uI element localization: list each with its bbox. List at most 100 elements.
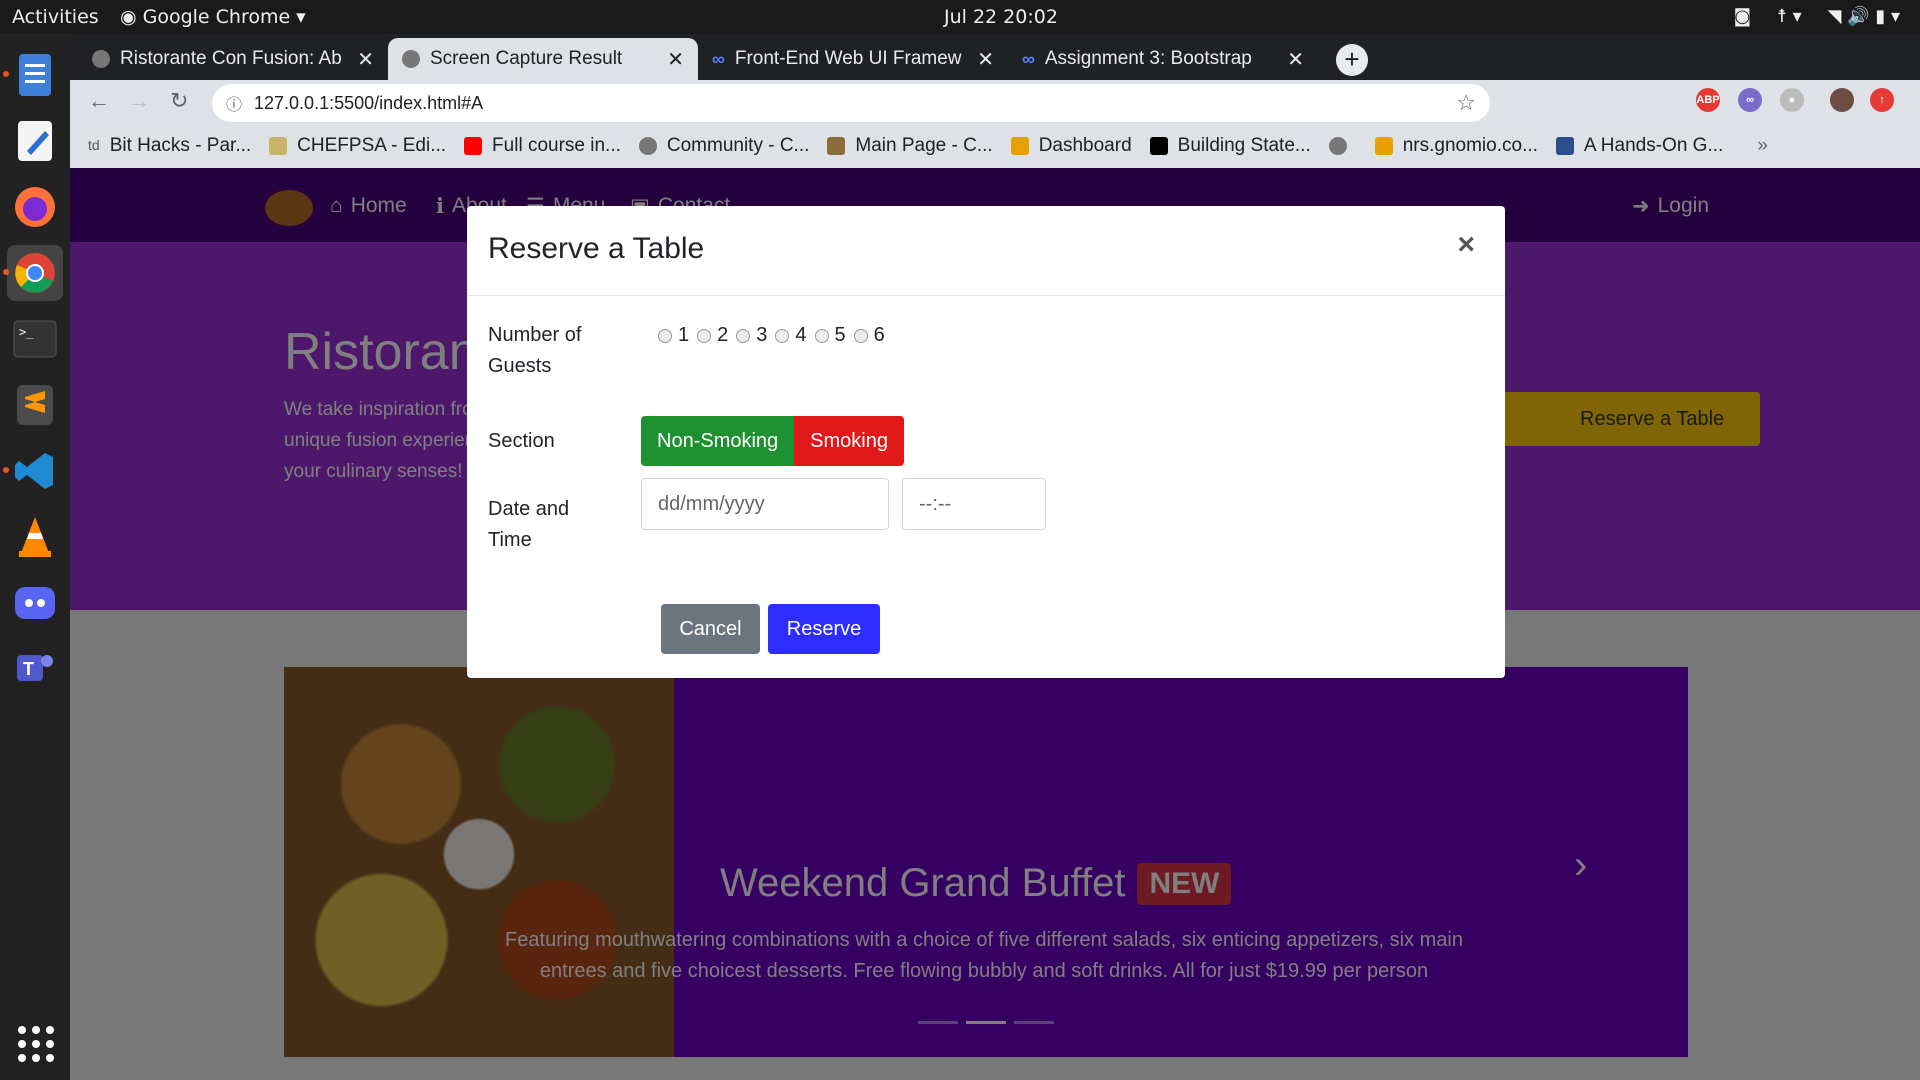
info-icon[interactable]: ⓘ — [226, 91, 242, 115]
firefox-icon[interactable] — [7, 179, 63, 235]
vscode-icon[interactable] — [3, 443, 63, 499]
avatar[interactable] — [1830, 88, 1854, 112]
new-tab-button[interactable]: + — [1336, 44, 1368, 76]
guest-radio-3[interactable]: 3 — [736, 324, 767, 347]
globe-icon — [1328, 137, 1347, 155]
teams-icon[interactable]: T — [7, 641, 63, 697]
url-text[interactable]: 127.0.0.1:5500/index.html#A — [254, 93, 483, 114]
chevron-down-icon: ▾ — [296, 6, 306, 28]
tab-frontend-framework[interactable]: ∞ Front-End Web UI Framew ✕ — [698, 38, 1008, 80]
running-indicator — [3, 71, 9, 77]
bookmark-item[interactable]: Dashboard — [1010, 135, 1132, 157]
guest-radio-4[interactable]: 4 — [775, 324, 807, 347]
discord-tray-icon[interactable]: ◙ — [1734, 6, 1751, 27]
bookmark-item[interactable]: Community - C... — [638, 135, 809, 157]
guest-radio-5[interactable]: 5 — [814, 324, 846, 347]
bookmark-item[interactable]: CHEFPSA - Edi... — [269, 135, 446, 157]
coursera-icon: ∞ — [1022, 48, 1035, 69]
address-bar[interactable]: ⓘ 127.0.0.1:5500/index.html#A ☆ — [212, 84, 1490, 122]
back-icon[interactable]: ← — [88, 88, 110, 114]
tab-title: Front-End Web UI Framew — [734, 48, 962, 69]
close-tab-icon[interactable]: ✕ — [977, 47, 994, 72]
system-top-bar: Activities ◉ Google Chrome ▾ Jul 22 20:0… — [0, 0, 1920, 34]
tab-title: Screen Capture Result — [430, 48, 623, 69]
bookmark-item[interactable]: Full course in... — [464, 135, 621, 157]
network-icon[interactable]: ◥ 🔊 ▮ ▾ — [1828, 6, 1900, 27]
text-editor-icon[interactable] — [7, 113, 63, 169]
guest-radio-1[interactable]: 1 — [658, 324, 689, 347]
bookmark-item[interactable] — [1328, 137, 1357, 155]
youtube-icon — [464, 137, 483, 155]
activities-button[interactable]: Activities — [12, 6, 99, 28]
bookmarks-bar: td Bit Hacks - Par... CHEFPSA - Edi... Fu… — [70, 124, 1920, 168]
section-toggle: Non-Smoking Smoking — [641, 416, 904, 466]
radio-circle[interactable] — [814, 328, 829, 343]
guests-label: Number of Guests — [488, 324, 582, 377]
radio-circle[interactable] — [853, 328, 868, 343]
non-smoking-button[interactable]: Non-Smoking — [641, 416, 795, 466]
modal-title: Reserve a Table — [488, 232, 705, 265]
cancel-button[interactable]: Cancel — [661, 604, 760, 654]
accessibility-icon[interactable]: ☨ ▾ — [1777, 6, 1802, 27]
files-icon[interactable] — [3, 47, 63, 103]
section-label: Section — [488, 430, 555, 452]
tab-ristorante[interactable]: Ristorante Con Fusion: Ab ✕ — [78, 38, 388, 80]
dock: >_ T — [0, 34, 70, 1080]
svg-text:>_: >_ — [19, 325, 34, 339]
page-viewport: ⌂Home ℹAbout ☰Menu ▣Contact ➜Login Risto… — [70, 168, 1920, 1080]
forward-icon[interactable]: → — [128, 88, 150, 114]
bookmark-item[interactable]: A Hands-On G... — [1555, 135, 1723, 157]
show-applications-icon[interactable] — [18, 1026, 54, 1062]
browser-toolbar: ← → ↻ ⓘ 127.0.0.1:5500/index.html#A ☆ AB… — [70, 80, 1920, 124]
guest-radio-6[interactable]: 6 — [853, 324, 885, 347]
app-name: Google Chrome — [142, 6, 291, 28]
tab-assignment-3[interactable]: ∞ Assignment 3: Bootstrap ✕ — [1008, 38, 1318, 80]
extension-icon[interactable]: ∞ — [1738, 88, 1762, 112]
bookmark-icon — [269, 137, 288, 155]
close-tab-icon[interactable]: ✕ — [667, 47, 684, 72]
vlc-icon[interactable] — [7, 509, 63, 565]
moodle-icon — [1010, 137, 1029, 155]
smoking-button[interactable]: Smoking — [794, 416, 904, 466]
chrome-icon[interactable] — [3, 245, 63, 301]
tab-screen-capture[interactable]: Screen Capture Result ✕ — [388, 38, 698, 80]
app-menu[interactable]: ◉ Google Chrome ▾ — [120, 6, 306, 28]
more-bookmarks-icon[interactable]: » — [1757, 135, 1768, 157]
tab-strip: Ristorante Con Fusion: Ab ✕ Screen Captu… — [70, 34, 1920, 80]
moodle-icon — [1374, 137, 1393, 155]
bookmark-item[interactable]: Main Page - C... — [827, 135, 993, 157]
discord-icon[interactable] — [7, 575, 63, 631]
bookmark-item[interactable]: nrs.gnomio.co... — [1374, 135, 1538, 157]
terminal-icon[interactable]: >_ — [7, 311, 63, 367]
time-input[interactable]: --:-- — [902, 478, 1046, 530]
close-icon[interactable]: × — [1457, 228, 1475, 262]
browser-window: Ristorante Con Fusion: Ab ✕ Screen Captu… — [70, 34, 1920, 168]
sublime-text-icon[interactable] — [7, 377, 63, 433]
reload-icon[interactable]: ↻ — [170, 88, 188, 114]
record-extension-icon[interactable]: ● — [1780, 88, 1804, 112]
close-tab-icon[interactable]: ✕ — [357, 47, 374, 72]
capture-icon — [402, 50, 420, 68]
system-tray[interactable]: ◙ ☨ ▾ ◥ 🔊 ▮ ▾ — [1734, 6, 1900, 27]
date-input[interactable]: dd/mm/yyyy — [641, 478, 889, 530]
radio-circle[interactable] — [775, 328, 790, 343]
chrome-small-icon: ◉ — [120, 6, 137, 28]
close-tab-icon[interactable]: ✕ — [1287, 47, 1304, 72]
tds-icon — [1555, 137, 1574, 155]
guest-radio-2[interactable]: 2 — [697, 324, 728, 347]
radio-circle[interactable] — [736, 328, 751, 343]
bookmark-star-icon[interactable]: ☆ — [1456, 90, 1476, 116]
bookmark-item[interactable]: Building State... — [1149, 135, 1311, 157]
tab-title: Assignment 3: Bootstrap — [1044, 48, 1252, 69]
adblock-icon[interactable]: ABP — [1696, 88, 1720, 112]
running-indicator — [3, 269, 9, 275]
globe-icon — [638, 137, 657, 155]
radio-circle[interactable] — [697, 328, 712, 343]
svg-text:T: T — [23, 659, 34, 679]
guests-radio-group: 1 2 3 4 5 6 — [658, 324, 893, 347]
radio-circle[interactable] — [658, 328, 672, 343]
reserve-button[interactable]: Reserve — [768, 604, 880, 654]
bookmark-item[interactable]: td Bit Hacks - Par... — [88, 135, 251, 157]
update-icon[interactable]: ↑ — [1870, 88, 1894, 112]
clock[interactable]: Jul 22 20:02 — [944, 6, 1058, 28]
